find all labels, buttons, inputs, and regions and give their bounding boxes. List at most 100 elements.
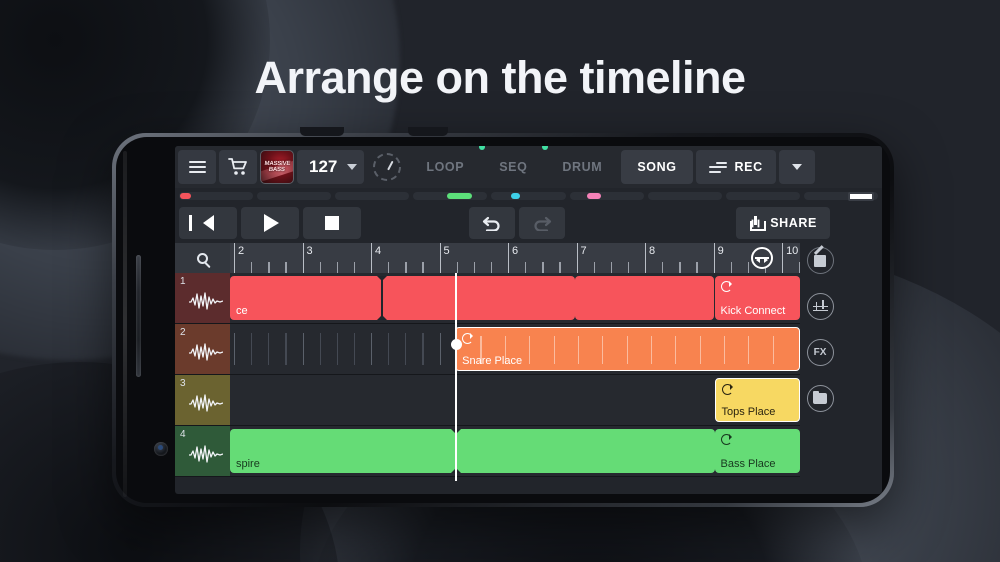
tab-loop-label: LOOP xyxy=(426,160,465,174)
clip-label: Snare Place xyxy=(462,355,523,367)
param-track[interactable] xyxy=(647,191,722,200)
ruler-beat-line xyxy=(473,262,476,273)
waveform-icon xyxy=(189,445,223,463)
clip-grid-line xyxy=(577,336,580,364)
share-button[interactable]: SHARE xyxy=(736,207,830,239)
param-handle[interactable] xyxy=(847,191,874,201)
folder-icon xyxy=(813,390,827,404)
param-marker-cyan[interactable] xyxy=(510,192,520,199)
param-track[interactable] xyxy=(413,191,488,200)
tab-seq[interactable]: SEQ xyxy=(483,146,549,184)
browser-button[interactable] xyxy=(806,385,834,412)
timeline-clip[interactable]: Bass Place xyxy=(714,429,800,473)
ruler-bar-line xyxy=(439,243,441,273)
lane-grid-line xyxy=(234,333,236,365)
lane-grid-line xyxy=(302,333,304,365)
clip-grid-line xyxy=(699,336,701,364)
playhead-handle[interactable] xyxy=(450,339,462,350)
timeline-clip[interactable] xyxy=(574,276,715,320)
param-track[interactable] xyxy=(335,191,410,200)
tab-seq-label: SEQ xyxy=(499,160,528,174)
menu-button[interactable] xyxy=(178,150,216,184)
param-track[interactable] xyxy=(491,191,566,200)
top-toolbar: MASSIVE BASS 127 LOOP SEQ DRUM SONG REC xyxy=(175,146,882,188)
project-artwork[interactable]: MASSIVE BASS xyxy=(260,150,294,184)
track-row: 4 spire Bass Place xyxy=(175,426,800,477)
clip-divider xyxy=(377,276,388,320)
track-lane[interactable]: ce Kick Connect xyxy=(230,273,800,323)
timeline-clip[interactable]: Snare Place xyxy=(455,327,800,371)
stop-icon xyxy=(325,216,339,230)
record-button-label: REC xyxy=(734,160,763,174)
lane-grid-line xyxy=(336,333,338,365)
track-header[interactable]: 1 xyxy=(175,273,230,323)
ruler-beat-line xyxy=(490,262,493,273)
track-number: 2 xyxy=(180,327,186,338)
param-track[interactable] xyxy=(569,191,644,200)
search-button[interactable] xyxy=(175,243,230,273)
playhead[interactable] xyxy=(455,273,458,481)
clip-grid-line xyxy=(529,336,531,364)
mixer-sliders-icon xyxy=(812,300,828,313)
ruler-bar-line xyxy=(302,243,304,273)
param-marker-green[interactable] xyxy=(447,192,472,199)
edit-button[interactable] xyxy=(806,247,834,274)
clip-grid-line xyxy=(480,336,482,364)
play-button[interactable] xyxy=(241,207,299,239)
tempo-knob-icon[interactable] xyxy=(373,153,402,181)
clip-grid-line xyxy=(772,336,774,364)
timeline-clip[interactable]: Tops Place xyxy=(714,378,800,422)
expand-toolbar-button[interactable] xyxy=(778,150,815,184)
track-lane[interactable]: Snare Place xyxy=(230,324,800,374)
tab-drum-label: DRUM xyxy=(562,160,603,174)
timeline-column: 2 3 4 5 6 7 8 9 10 1 ce Kick Connect 2 Snare Place 3 T… xyxy=(175,243,800,488)
store-button[interactable] xyxy=(219,150,257,184)
track-lane[interactable]: spire Bass Place xyxy=(230,426,800,476)
hamburger-icon xyxy=(188,158,206,176)
tab-song[interactable]: SONG xyxy=(621,150,693,184)
volume-rocker-button[interactable] xyxy=(136,255,141,377)
param-marker-red[interactable] xyxy=(179,192,191,199)
ruler-bar-label: 8 xyxy=(649,245,656,257)
mixer-button[interactable] xyxy=(806,293,834,320)
timeline-clip[interactable]: spire xyxy=(230,429,715,473)
right-toolbar: FX xyxy=(800,243,840,488)
tab-loop[interactable]: LOOP xyxy=(410,146,486,184)
ruler-beat-line xyxy=(747,262,750,273)
rewind-button[interactable] xyxy=(179,207,237,239)
promo-page: Arrange on the timeline MASSIVE BASS 127… xyxy=(0,0,1000,562)
lane-grid-line xyxy=(319,333,321,365)
chevron-down-icon xyxy=(347,164,358,170)
tab-drum[interactable]: DRUM xyxy=(546,150,618,184)
track-header[interactable]: 4 xyxy=(175,426,230,476)
param-track[interactable] xyxy=(725,191,800,200)
param-marker-pink[interactable] xyxy=(586,192,601,199)
lane-grid-line xyxy=(422,333,424,365)
track-header[interactable]: 2 xyxy=(175,324,230,374)
param-track[interactable] xyxy=(803,191,878,201)
lane-grid-line xyxy=(388,333,390,365)
timeline-ruler-row: 2 3 4 5 6 7 8 9 10 xyxy=(175,243,800,273)
timeline-ruler[interactable]: 2 3 4 5 6 7 8 9 10 xyxy=(230,243,800,273)
lane-grid-line xyxy=(285,333,287,365)
fx-button[interactable]: FX xyxy=(806,339,834,366)
ruler-bar-line xyxy=(371,243,373,273)
bpm-selector[interactable]: 127 xyxy=(297,150,365,184)
param-track[interactable] xyxy=(257,191,332,200)
param-track[interactable] xyxy=(179,191,254,200)
ruler-beat-line xyxy=(388,262,390,273)
share-upload-icon xyxy=(749,215,767,231)
clip-label: Kick Connect xyxy=(720,305,786,317)
loop-end-marker-icon[interactable] xyxy=(751,247,774,269)
ruler-beat-line xyxy=(559,262,561,273)
track-header[interactable]: 3 xyxy=(175,375,230,425)
redo-button[interactable] xyxy=(519,207,565,239)
track-lane[interactable]: Tops Place xyxy=(230,375,800,425)
ruler-bar-label: 9 xyxy=(717,245,724,257)
record-button[interactable]: REC xyxy=(695,150,776,184)
undo-button[interactable] xyxy=(469,207,515,239)
ruler-bar-label: 6 xyxy=(512,245,519,257)
timeline-clip[interactable]: Kick Connect xyxy=(714,276,800,320)
stop-button[interactable] xyxy=(303,207,361,239)
timeline-clip[interactable]: ce xyxy=(230,276,575,320)
